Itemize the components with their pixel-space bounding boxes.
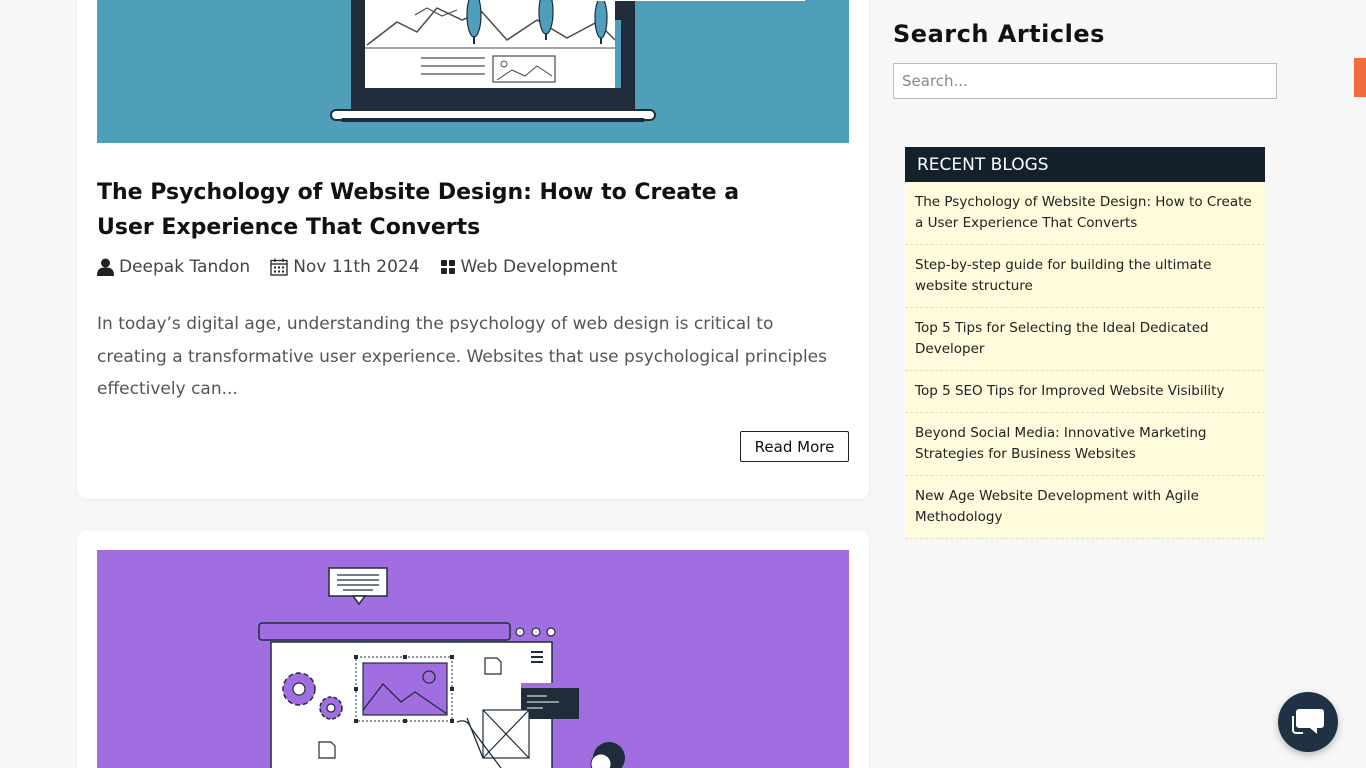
page: The Psychology of Website Design: How to…: [0, 0, 1366, 768]
post-title[interactable]: The Psychology of Website Design: How to…: [97, 175, 797, 245]
search-articles-title: Search Articles: [893, 20, 1105, 48]
chat-bubble-icon: [1292, 709, 1324, 734]
recent-blog-link[interactable]: Top 5 Tips for Selecting the Ideal Dedic…: [905, 308, 1265, 371]
recent-blogs-heading: RECENT BLOGS: [905, 147, 1265, 182]
chat-button[interactable]: [1278, 692, 1338, 752]
post-author-name[interactable]: Deepak Tandon: [119, 257, 250, 277]
post-meta: Deepak Tandon Nov 11th 2024 Web Developm…: [97, 257, 637, 277]
design-illustration: [258, 567, 625, 768]
post-date: Nov 11th 2024: [270, 257, 420, 277]
blog-post-card-2: [77, 530, 869, 768]
post-date-text: Nov 11th 2024: [293, 257, 420, 277]
read-more-button[interactable]: Read More: [740, 431, 849, 462]
post-hero-image-2[interactable]: [97, 550, 849, 768]
recent-blog-link[interactable]: Beyond Social Media: Innovative Marketin…: [905, 413, 1265, 476]
laptop-illustration: [330, 0, 805, 122]
calendar-icon: [270, 258, 288, 276]
user-icon: [97, 258, 114, 276]
recent-blog-link[interactable]: Step-by-step guide for building the ulti…: [905, 245, 1265, 308]
recent-blog-link[interactable]: New Age Website Development with Agile M…: [905, 476, 1265, 539]
post-category: Web Development: [440, 257, 618, 277]
search-input[interactable]: [893, 63, 1277, 99]
post-excerpt: In today’s digital age, understanding th…: [97, 314, 827, 399]
recent-blog-link[interactable]: The Psychology of Website Design: How to…: [905, 182, 1265, 245]
blog-post-card: The Psychology of Website Design: How to…: [77, 0, 869, 499]
recent-blog-link[interactable]: Top 5 SEO Tips for Improved Website Visi…: [905, 371, 1265, 413]
scroll-progress-indicator: [1354, 58, 1366, 97]
recent-blogs-widget: RECENT BLOGS The Psychology of Website D…: [905, 147, 1265, 539]
post-author: Deepak Tandon: [97, 257, 250, 277]
grid-icon: [440, 260, 455, 274]
recent-blogs-list: The Psychology of Website Design: How to…: [905, 182, 1265, 539]
post-category-name[interactable]: Web Development: [461, 257, 618, 277]
post-hero-image[interactable]: [97, 0, 849, 143]
